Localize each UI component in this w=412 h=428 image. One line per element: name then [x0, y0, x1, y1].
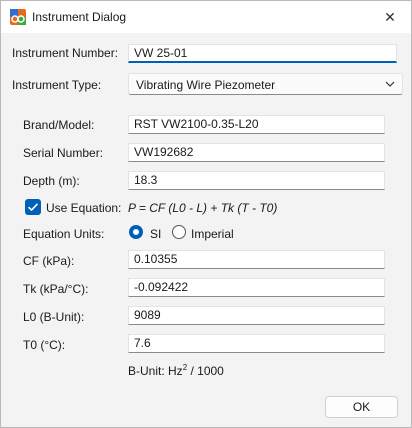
l0-input[interactable]: 9089	[128, 306, 385, 325]
imperial-radio-label[interactable]: Imperial	[191, 227, 234, 241]
instrument-app-icon	[10, 9, 26, 25]
checkmark-icon	[27, 203, 39, 212]
cf-label: CF (kPa):	[23, 254, 75, 268]
t0-input[interactable]: 7.6	[128, 334, 385, 353]
use-equation-label: Use Equation:	[46, 201, 122, 215]
instrument-number-label: Instrument Number:	[12, 46, 119, 60]
tk-label: Tk (kPa/°C):	[23, 282, 89, 296]
si-radio[interactable]	[129, 225, 143, 239]
depth-input[interactable]: 18.3	[128, 171, 385, 190]
use-equation-checkbox[interactable]	[25, 199, 41, 215]
close-button[interactable]: ✕	[379, 7, 401, 27]
depth-label: Depth (m):	[23, 174, 80, 188]
b-unit-prefix: B-Unit: Hz	[128, 364, 183, 378]
title-bar: Instrument Dialog ✕	[1, 1, 411, 33]
l0-label: L0 (B-Unit):	[23, 310, 85, 324]
chevron-down-icon	[385, 81, 395, 87]
close-icon: ✕	[384, 9, 396, 25]
tk-input[interactable]: -0.092422	[128, 278, 385, 297]
brand-model-label: Brand/Model:	[23, 118, 95, 132]
instrument-number-input[interactable]: VW 25-01	[128, 44, 397, 63]
b-unit-note: B-Unit: Hz2 / 1000	[128, 363, 224, 378]
window-title: Instrument Dialog	[32, 10, 127, 24]
cf-input[interactable]: 0.10355	[128, 250, 385, 269]
equation-text: P = CF (L0 - L) + Tk (T - T0)	[128, 201, 278, 215]
instrument-type-select[interactable]: Vibrating Wire Piezometer	[128, 73, 403, 95]
t0-label: T0 (°C):	[23, 338, 66, 352]
serial-number-input[interactable]: VW192682	[128, 143, 385, 162]
imperial-radio[interactable]	[172, 225, 186, 239]
brand-model-input[interactable]: RST VW2100-0.35-L20	[128, 115, 385, 134]
equation-units-label: Equation Units:	[23, 227, 105, 241]
instrument-dialog-window: Instrument Dialog ✕ Instrument Number: V…	[0, 0, 412, 428]
instrument-type-label: Instrument Type:	[12, 78, 102, 92]
b-unit-suffix: / 1000	[187, 364, 224, 378]
ok-button[interactable]: OK	[325, 396, 398, 418]
instrument-type-value: Vibrating Wire Piezometer	[136, 78, 276, 92]
si-radio-label[interactable]: SI	[150, 227, 161, 241]
serial-number-label: Serial Number:	[23, 146, 104, 160]
